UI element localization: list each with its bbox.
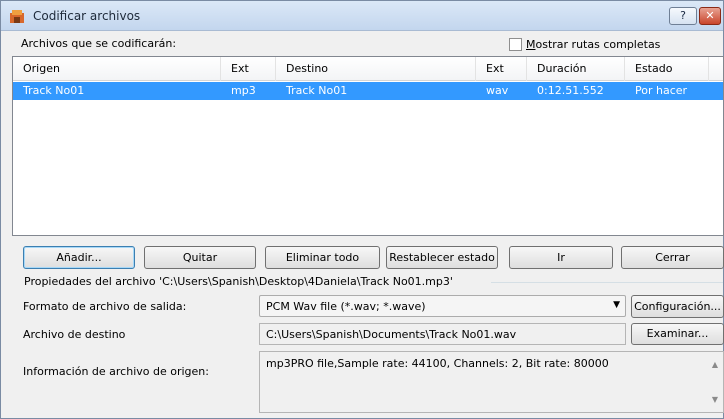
output-format-select[interactable]: PCM Wav file (*.wav; *.wave) ▼ (259, 295, 626, 317)
browse-button[interactable]: Examinar... (631, 323, 724, 345)
source-info-textarea[interactable]: mp3PRO file,Sample rate: 44100, Channels… (259, 351, 724, 413)
output-format-label: Formato de archivo de salida: (23, 300, 187, 313)
title-bar: Codificar archivos ? ✕ (1, 1, 723, 31)
remove-all-button[interactable]: Eliminar todo (265, 246, 380, 269)
app-icon (9, 8, 25, 24)
column-header-origen[interactable]: Origen (13, 57, 221, 81)
destination-file-field[interactable]: C:\Users\Spanish\Documents\Track No01.wa… (259, 323, 626, 345)
scroll-down-arrow-icon[interactable]: ▼ (712, 395, 718, 404)
remove-button[interactable]: Quitar (144, 246, 256, 269)
column-header-ext-dest[interactable]: Ext (476, 57, 527, 81)
cell-ext-dest: wav (486, 84, 509, 97)
cell-duracion: 0:12.51.552 (537, 84, 604, 97)
reset-status-button[interactable]: Restablecer estado (386, 246, 498, 269)
configuration-button[interactable]: Configuración... (631, 295, 724, 318)
files-label: Archivos que se codificarán: (21, 37, 177, 50)
output-format-value: PCM Wav file (*.wav; *.wave) (266, 300, 426, 313)
cell-destino: Track No01 (286, 84, 348, 97)
column-header-duracion[interactable]: Duración (527, 57, 625, 81)
show-full-paths-label: Mostrar rutas completas (526, 38, 660, 51)
help-button[interactable]: ? (669, 7, 697, 25)
go-button[interactable]: Ir (509, 246, 613, 269)
group-divider (491, 282, 723, 283)
show-full-paths-checkbox[interactable]: Mostrar rutas completas (509, 37, 660, 51)
column-header-destino[interactable]: Destino (276, 57, 476, 81)
source-info-value: mp3PRO file,Sample rate: 44100, Channels… (266, 357, 609, 370)
add-button[interactable]: Añadir... (23, 246, 135, 269)
window-title: Codificar archivos (33, 9, 141, 23)
column-header-estado[interactable]: Estado (625, 57, 709, 81)
chevron-down-icon[interactable]: ▼ (613, 300, 620, 310)
destination-file-label: Archivo de destino (23, 328, 126, 341)
encode-files-window: Codificar archivos ? ✕ Archivos que se c… (0, 0, 724, 419)
list-header: Origen Ext Destino Ext Duración Estado (13, 57, 723, 81)
close-window-button[interactable]: ✕ (699, 7, 721, 25)
checkbox-box[interactable] (509, 37, 522, 51)
files-list[interactable]: Origen Ext Destino Ext Duración Estado T… (12, 56, 724, 236)
show-paths-label-rest: ostrar rutas completas (535, 37, 661, 51)
scroll-up-arrow-icon[interactable]: ▲ (712, 360, 718, 369)
destination-file-value: C:\Users\Spanish\Documents\Track No01.wa… (266, 328, 517, 341)
column-header-ext-source[interactable]: Ext (221, 57, 276, 81)
cell-origen: Track No01 (23, 84, 85, 97)
file-properties-label: Propiedades del archivo 'C:\Users\Spanis… (24, 275, 453, 288)
close-button[interactable]: Cerrar (621, 246, 724, 269)
show-paths-mnemonic: M (526, 37, 536, 51)
cell-estado: Por hacer (635, 84, 688, 97)
table-row[interactable]: Track No01 mp3 Track No01 wav 0:12.51.55… (13, 82, 723, 100)
cell-ext-source: mp3 (231, 84, 256, 97)
source-info-label: Información de archivo de origen: (23, 365, 209, 378)
